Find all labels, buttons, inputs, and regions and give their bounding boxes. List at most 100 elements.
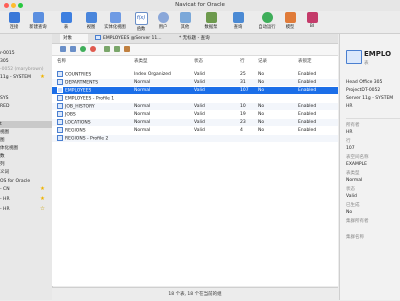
field-label: 已生成 — [346, 203, 360, 208]
table-large-icon — [346, 50, 362, 64]
sidebar-item[interactable]: r-0015 — [0, 50, 52, 57]
refresh-icon[interactable] — [124, 46, 130, 52]
field-label: 集群所有者 — [346, 219, 369, 224]
table-icon — [57, 79, 63, 85]
toolbar-materialized-view-button[interactable]: 实体化视图 — [103, 12, 127, 30]
sidebar-item[interactable]: 数 — [0, 153, 52, 160]
minimize-window-icon[interactable] — [11, 3, 16, 8]
column-header-name[interactable]: 名称 — [57, 58, 66, 65]
sidebar-item[interactable]: RED — [0, 103, 52, 110]
automation-icon — [261, 12, 273, 23]
design-table-icon[interactable] — [70, 46, 76, 52]
tab-bar: 对象 EMPLOYEES @Server 11... * 无标题 - 查询 — [52, 34, 338, 44]
function-icon: f(x) — [134, 12, 148, 25]
window-title: Navicat for Oracle — [175, 2, 225, 8]
toolbar-table-button[interactable]: 表 — [54, 12, 78, 30]
sidebar-item[interactable]: 体化视图 — [0, 145, 52, 152]
table-row[interactable]: COUNTRIES Index Organized Valid 25 No En… — [52, 71, 338, 78]
field-value: HR — [346, 130, 353, 135]
table-profile-icon — [57, 135, 63, 141]
table-row[interactable]: LOCATIONS Normal Valid 23 No Enabled — [52, 119, 338, 126]
close-window-icon[interactable] — [4, 3, 9, 8]
toolbar-connection-button[interactable]: 连接 — [2, 12, 26, 30]
column-header-type[interactable]: 表类型 — [134, 58, 148, 65]
status-text: 18 个表, 18 个在当前的组 — [168, 292, 222, 297]
sidebar-item-selected[interactable]: t — [0, 121, 52, 128]
status-bar: 18 个表, 18 个在当前的组 — [52, 287, 338, 301]
connection-path-item: ProjectDT-0052 — [346, 88, 381, 93]
column-header-rows[interactable]: 行 — [240, 58, 245, 65]
connection-icon — [8, 12, 20, 23]
connection-path-item: HR — [346, 104, 353, 109]
star-outline-icon: ☆ — [40, 206, 45, 212]
column-header-lock[interactable]: 表锁定 — [298, 58, 312, 65]
delete-table-icon[interactable] — [90, 46, 96, 52]
field-label: 行 — [346, 139, 351, 144]
sidebar-item[interactable]: SYS — [0, 95, 52, 102]
table-row[interactable]: JOB_HISTORY Normal Valid 10 No Enabled — [52, 103, 338, 110]
sidebar-item[interactable]: -0052 (marybrown) — [0, 66, 52, 73]
field-value: No — [346, 210, 353, 215]
sidebar-item[interactable]: - CN ★ — [0, 186, 52, 193]
sidebar-item[interactable]: 视图 — [0, 129, 52, 136]
import-icon[interactable] — [104, 46, 110, 52]
tab-objects[interactable]: 对象 — [60, 34, 88, 43]
field-label: 表空间名称 — [346, 155, 369, 160]
sidebar-item[interactable]: - HR ☆ — [0, 206, 52, 213]
toolbar-user-button[interactable]: 用户 — [151, 12, 175, 30]
toolbar-query-button[interactable]: 查询 — [226, 12, 250, 30]
maximize-window-icon[interactable] — [18, 3, 23, 8]
toolbar-bi-button[interactable]: BI — [300, 12, 324, 29]
table-row[interactable]: JOBS Normal Valid 19 No Enabled — [52, 111, 338, 118]
sidebar-item[interactable]: OS for Oracle — [0, 178, 52, 185]
table-icon — [57, 127, 63, 133]
sidebar-item[interactable]: 列 — [0, 161, 52, 168]
toolbar-view-button[interactable]: 视图 — [79, 12, 103, 30]
tab-employees[interactable]: EMPLOYEES @Server 11... — [92, 34, 172, 43]
connection-path-item: Server 11g - SYSTEM — [346, 96, 394, 101]
table-icon — [57, 71, 63, 77]
sidebar-item[interactable]: 305 — [0, 58, 52, 65]
table-icon — [57, 119, 63, 125]
sidebar-item[interactable]: - HR ★ — [0, 196, 52, 203]
grid-header: 名称 表类型 状态 行 记录 表锁定 — [52, 58, 338, 65]
bi-icon — [306, 12, 318, 23]
table-profile-row[interactable]: EMPLOYEES - Profile 1 — [52, 95, 338, 102]
other-icon — [179, 12, 191, 23]
toolbar-function-button[interactable]: f(x) 函数 — [129, 12, 153, 32]
object-subtitle: 表 — [364, 61, 369, 66]
new-query-icon — [32, 12, 44, 23]
table-list-grid: 名称 表类型 状态 行 记录 表锁定 COUNTRIES Index Organ… — [52, 56, 338, 286]
toolbar-automation-button[interactable]: 自动运行 — [255, 12, 279, 30]
column-header-records[interactable]: 记录 — [258, 58, 267, 65]
user-icon — [157, 12, 169, 23]
toolbar-model-button[interactable]: 模型 — [278, 12, 302, 30]
field-label: 所有者 — [346, 123, 360, 128]
toolbar-data-pump-button[interactable]: 数据泵 — [199, 12, 223, 30]
table-row[interactable]: REGIONS Normal Valid 4 No Enabled — [52, 127, 338, 134]
materialized-view-icon — [109, 12, 121, 23]
star-icon: ★ — [40, 74, 45, 80]
sidebar-item[interactable]: 义词 — [0, 169, 52, 176]
window-titlebar: Navicat for Oracle — [0, 0, 400, 11]
object-info-panel: EMPLO 表 Head Office 305 ProjectDT-0052 S… — [339, 34, 400, 300]
view-icon — [85, 12, 97, 23]
tab-untitled-query[interactable]: * 无标题 - 查询 — [176, 34, 252, 43]
sidebar-item[interactable]: 11g - SYSTEM ★ — [0, 74, 52, 81]
table-row-selected[interactable]: EMPLOYEES Normal Valid 107 No Enabled — [52, 87, 338, 94]
data-pump-icon — [205, 12, 217, 23]
column-header-status[interactable]: 状态 — [194, 58, 203, 65]
sidebar-item[interactable]: 图 — [0, 137, 52, 144]
toolbar-other-button[interactable]: 其他 — [173, 12, 197, 30]
toolbar-new-query-button[interactable]: 新建查询 — [26, 12, 50, 30]
export-icon[interactable] — [114, 46, 120, 52]
table-row[interactable]: DEPARTMENTS Normal Valid 31 No Enabled — [52, 79, 338, 86]
open-table-icon[interactable] — [60, 46, 66, 52]
field-label: 集群名称 — [346, 235, 364, 240]
field-label: 表类型 — [346, 171, 360, 176]
new-table-icon[interactable] — [80, 46, 86, 52]
table-profile-row[interactable]: REGIONS - Profile 2 — [52, 135, 338, 142]
model-icon — [284, 12, 296, 23]
connection-path-item: Head Office 305 — [346, 80, 383, 85]
divider — [346, 118, 400, 119]
